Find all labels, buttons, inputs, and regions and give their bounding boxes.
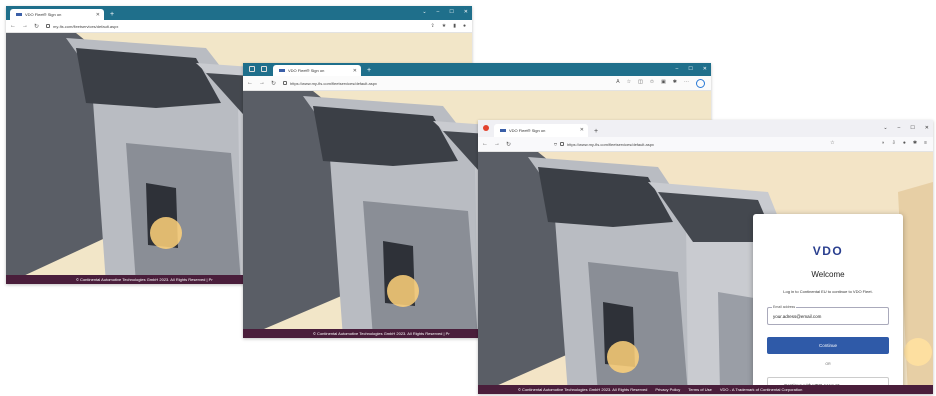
download-icon[interactable]: ⇩ [892,140,896,146]
lock-icon [283,81,287,85]
close-window-icon[interactable]: ✕ [464,9,468,15]
close-icon[interactable]: ✕ [96,12,100,18]
close-icon[interactable]: ✕ [580,127,584,133]
address-bar: ← → ↻ https://www.my-fis.com/fleetservic… [243,76,711,91]
tab-title: VDO Fleet® Sign on [288,68,325,73]
continue-button[interactable]: Continue [767,337,889,354]
window-controls: ⌄ – ☐ ✕ [883,120,929,135]
minimize-icon[interactable]: – [437,9,440,15]
email-value: your.adress@email.com [773,314,822,319]
menu-icon[interactable]: ≡ [924,140,927,146]
close-icon[interactable]: ✕ [353,68,357,74]
login-subtitle: Log in to Continental EU to continue to … [783,289,873,294]
firefox-view-icon[interactable] [483,125,489,131]
chevron-down-icon[interactable]: ⌄ [883,125,887,131]
vdo-logo: VDO [812,244,844,258]
maximize-icon[interactable]: ☐ [688,66,692,72]
new-tab-icon[interactable]: + [594,127,598,136]
footer-copyright: © Continental Automotive Technologies Gm… [518,387,648,392]
url-field[interactable]: my-fis.com/fleetservices/default.aspx [46,24,118,29]
address-bar-icons: ☆ ◗ ⇩ ● ✱ ≡ [830,140,927,146]
back-icon[interactable]: ← [247,80,253,87]
star-icon[interactable]: ☆ [830,140,834,146]
forward-icon[interactable]: → [259,80,265,87]
split-screen-icon[interactable]: ◫ [638,79,643,88]
window-controls: – ☐ ✕ [676,63,707,75]
new-tab-icon[interactable]: + [367,66,371,75]
favicon-icon [500,129,506,132]
tab-title: VDO Fleet® Sign on [509,128,546,133]
back-icon[interactable]: ← [10,23,16,30]
url-text: https://www.my-fis.com/fleetservices/def… [567,141,654,147]
sidebar-icon[interactable]: ▮ [453,23,456,29]
minimize-icon[interactable]: – [898,125,901,131]
browser-tab[interactable]: VDO Fleet® Sign on ✕ [10,9,104,20]
url-text: https://www.my-fis.com/fleetservices/def… [290,80,377,86]
profile-icon[interactable]: ● [463,23,466,29]
favicon-icon [279,69,285,72]
address-bar: ← → ↻ my-fis.com/fleetservices/default.a… [6,20,472,33]
chevron-down-icon[interactable]: ⌄ [422,9,426,15]
read-aloud-icon[interactable]: A [616,79,619,88]
browser-tab[interactable]: VDO Fleet® Sign on ✕ [494,124,588,137]
reload-icon[interactable]: ↻ [271,80,276,87]
page-footer: © Continental Automotive Technologies Gm… [478,385,933,394]
email-label: Email address [772,305,797,309]
tab-bar: VDO Fleet® Sign on ✕ + ⌄ – ☐ ✕ [478,120,933,137]
forward-icon[interactable]: → [494,141,500,148]
email-field[interactable]: Email address your.adress@email.com [767,305,889,325]
shield-icon: ⛉ [554,141,557,147]
more-icon[interactable]: ⋯ [684,79,689,88]
favorites-icon[interactable]: ✩ [650,79,654,88]
extensions-icon[interactable]: ✱ [913,140,917,146]
tab-actions-icon[interactable] [261,66,267,72]
maximize-icon[interactable]: ☐ [910,125,914,131]
footer-trademark: VDO - A Trademark of Continental Corpora… [719,387,803,392]
url-field[interactable]: ⛉ https://www.my-fis.com/fleetservices/d… [554,142,654,147]
reload-icon[interactable]: ↻ [506,141,511,148]
tab-title: VDO Fleet® Sign on [25,12,62,17]
url-field[interactable]: https://www.my-fis.com/fleetservices/def… [283,81,377,86]
new-tab-icon[interactable]: + [110,10,114,19]
lock-icon [560,142,564,146]
maximize-icon[interactable]: ☐ [449,9,453,15]
welcome-heading: Welcome [811,270,845,279]
tab-bar: VDO Fleet® Sign on ✕ + ⌄ – ☐ ✕ [6,6,472,20]
extensions-icon[interactable]: ✱ [673,79,677,88]
lock-icon [46,24,50,28]
tab-bar: VDO Fleet® Sign on ✕ + – ☐ ✕ [243,63,711,76]
workspaces-icon[interactable] [249,66,255,72]
reload-icon[interactable]: ↻ [34,23,39,30]
or-separator: OR [825,362,831,366]
nav-buttons: ← → ↻ [6,23,46,30]
browser-window-firefox: VDO Fleet® Sign on ✕ + ⌄ – ☐ ✕ ← → ↻ ⛉ h… [478,120,933,394]
minimize-icon[interactable]: – [676,66,679,72]
close-window-icon[interactable]: ✕ [925,125,929,131]
browser-tab[interactable]: VDO Fleet® Sign on ✕ [273,65,361,76]
nav-buttons: ← → ↻ [243,80,283,87]
footer-privacy-link[interactable]: Privacy Policy [655,387,680,392]
collections-icon[interactable]: ▣ [661,79,666,88]
pocket-icon[interactable]: ◗ [882,140,885,146]
favorite-icon[interactable]: ☆ [627,79,631,88]
window-controls: ⌄ – ☐ ✕ [422,6,468,18]
page-content: VDO Welcome Log in to Continental EU to … [478,152,933,394]
close-window-icon[interactable]: ✕ [703,66,707,72]
edge-tab-actions [249,66,267,72]
login-card: VDO Welcome Log in to Continental EU to … [753,214,903,394]
nav-buttons: ← → ↻ [478,141,518,148]
url-text: my-fis.com/fleetservices/default.aspx [53,23,119,29]
bing-icon[interactable] [696,79,705,88]
star-icon[interactable]: ★ [442,23,446,29]
account-icon[interactable]: ● [903,140,906,146]
address-bar: ← → ↻ ⛉ https://www.my-fis.com/fleetserv… [478,137,933,152]
footer-terms-link[interactable]: Terms of Use [688,387,712,392]
address-bar-icons: ⇪ ★ ▮ ● [431,23,466,29]
favicon-icon [16,13,22,16]
address-bar-icons: A ☆ ◫ ✩ ▣ ✱ ⋯ [616,79,705,88]
back-icon[interactable]: ← [482,141,488,148]
forward-icon[interactable]: → [22,23,28,30]
share-icon[interactable]: ⇪ [431,23,435,29]
